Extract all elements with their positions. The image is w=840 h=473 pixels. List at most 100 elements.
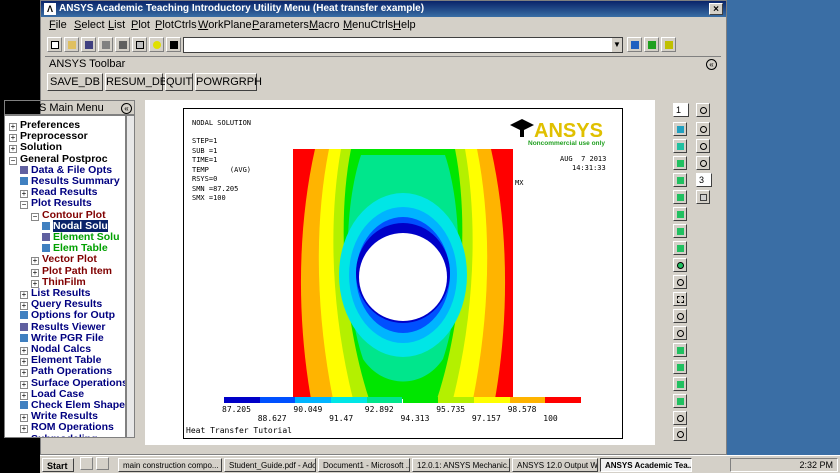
menu-list[interactable]: List bbox=[108, 19, 125, 31]
plot-info-line: STEP=1 bbox=[192, 137, 218, 145]
window-title: ANSYS Academic Teaching Introductory Uti… bbox=[59, 3, 425, 14]
start-button[interactable]: Start bbox=[42, 458, 74, 472]
expand-icon[interactable]: + bbox=[31, 257, 39, 266]
rotate-cw-icon[interactable] bbox=[673, 427, 687, 441]
task-student-guide[interactable]: Student_Guide.pdf - Ado... bbox=[224, 458, 316, 472]
expand-icon[interactable]: + bbox=[20, 369, 28, 378]
main-menu-item-label: Contour Plot bbox=[42, 208, 106, 221]
close-window-button[interactable]: × bbox=[709, 3, 723, 15]
zoom-out-icon[interactable] bbox=[673, 326, 687, 340]
back-view-icon[interactable] bbox=[673, 173, 687, 187]
save-icon[interactable] bbox=[81, 37, 96, 52]
rotate-icon[interactable] bbox=[696, 122, 710, 136]
explorer-icon[interactable] bbox=[96, 457, 109, 470]
window-number-dropdown[interactable]: 1 bbox=[673, 103, 689, 117]
expand-icon[interactable]: + bbox=[20, 380, 28, 389]
expand-icon[interactable]: + bbox=[31, 268, 39, 277]
collapse-icon[interactable]: − bbox=[20, 201, 28, 210]
main-menu-item-label: Submodeling bbox=[31, 433, 98, 437]
menu-help[interactable]: Help bbox=[393, 19, 416, 31]
pan-up-icon[interactable] bbox=[673, 377, 687, 391]
rotate-ccw-icon[interactable] bbox=[673, 411, 687, 425]
zoom-in-icon[interactable] bbox=[673, 309, 687, 323]
left-view-icon[interactable] bbox=[673, 224, 687, 238]
expand-icon[interactable]: + bbox=[9, 134, 17, 143]
menu-select[interactable]: Select bbox=[74, 19, 105, 31]
zoom-icon[interactable] bbox=[673, 275, 687, 289]
menu-workplane[interactable]: WorkPlane bbox=[198, 19, 252, 31]
collapse-toolbar-icon[interactable]: « bbox=[706, 59, 717, 70]
task-ansys-mechanical[interactable]: 12.0.1: ANSYS Mechanic... bbox=[412, 458, 510, 472]
box-zoom-icon[interactable] bbox=[673, 292, 687, 306]
collapse-icon[interactable]: − bbox=[9, 156, 17, 165]
task-ansys-academic[interactable]: ANSYS Academic Tea... bbox=[600, 458, 692, 472]
expand-icon[interactable]: + bbox=[20, 291, 28, 299]
menu-file[interactable]: File bbox=[49, 19, 67, 31]
report-icon[interactable] bbox=[132, 37, 147, 52]
command-icon bbox=[20, 165, 28, 174]
new-file-icon[interactable] bbox=[47, 37, 62, 52]
fit-view-icon[interactable] bbox=[673, 258, 687, 272]
task-ansys-output[interactable]: ANSYS 12.0 Output Win... bbox=[512, 458, 598, 472]
bottom-view-icon[interactable] bbox=[673, 207, 687, 221]
print-settings-icon[interactable] bbox=[98, 37, 113, 52]
main-menu-item-label: Nodal Solu bbox=[53, 219, 108, 232]
expand-icon[interactable]: + bbox=[20, 425, 28, 434]
collapse-main-menu-icon[interactable]: « bbox=[121, 103, 132, 114]
task-main-construction[interactable]: main construction compo... bbox=[118, 458, 222, 472]
expand-icon[interactable]: + bbox=[20, 190, 28, 199]
right-view-icon[interactable] bbox=[673, 241, 687, 255]
save-db-button[interactable]: SAVE_DB bbox=[47, 73, 103, 91]
menu-parameters[interactable]: Parameters bbox=[252, 19, 309, 31]
front-view-icon[interactable] bbox=[673, 156, 687, 170]
pan-down-icon[interactable] bbox=[673, 394, 687, 408]
expand-icon[interactable]: + bbox=[9, 123, 17, 131]
taskbar: Start main construction compo... Student… bbox=[40, 455, 840, 473]
resume-db-button[interactable]: RESUM_DB bbox=[105, 73, 167, 91]
reset-picking-icon[interactable] bbox=[661, 37, 676, 52]
menu-macro[interactable]: Macro bbox=[309, 19, 340, 31]
command-history-dropdown[interactable]: ▼ bbox=[612, 38, 622, 52]
help-icon[interactable] bbox=[149, 37, 164, 52]
pan-right-icon[interactable] bbox=[673, 360, 687, 374]
powrgrph-button[interactable]: POWRGRPH bbox=[195, 73, 262, 91]
menu-plotctrls[interactable]: PlotCtrls bbox=[155, 19, 197, 31]
expand-icon[interactable]: + bbox=[20, 436, 28, 437]
main-menu-item[interactable]: +Submodeling bbox=[20, 433, 98, 437]
open-folder-icon[interactable] bbox=[64, 37, 79, 52]
raise-hidden-icon[interactable] bbox=[644, 37, 659, 52]
menu-menuctrls[interactable]: MenuCtrls bbox=[343, 19, 393, 31]
task-document1[interactable]: Document1 - Microsoft ... bbox=[318, 458, 410, 472]
main-menu-scrollbar[interactable] bbox=[126, 115, 135, 438]
standard-toolbar: ▼ bbox=[45, 36, 721, 54]
main-menu-header: ANSYS Main Menu « bbox=[4, 100, 135, 115]
plot-info-line: TEMP (AVG) bbox=[192, 165, 252, 174]
print-icon[interactable] bbox=[115, 37, 130, 52]
plot-info-line: SUB =1 bbox=[192, 146, 218, 155]
pan-left-icon[interactable] bbox=[673, 343, 687, 357]
expand-icon[interactable]: + bbox=[20, 347, 28, 355]
temperature-contour-plot[interactable] bbox=[293, 149, 513, 399]
menu-plot[interactable]: Plot bbox=[131, 19, 150, 31]
rotate-y-icon[interactable] bbox=[696, 139, 710, 153]
main-menu-item[interactable]: − Contour Plot bbox=[31, 208, 106, 221]
collapse-icon[interactable]: − bbox=[31, 212, 39, 221]
command-input[interactable] bbox=[183, 37, 623, 53]
command-icon bbox=[20, 311, 28, 320]
expand-icon[interactable]: + bbox=[9, 145, 17, 154]
expand-icon[interactable]: + bbox=[20, 391, 28, 400]
command-history-icon[interactable] bbox=[627, 37, 642, 52]
quit-button[interactable]: QUIT bbox=[165, 73, 193, 91]
show-desktop-icon[interactable] bbox=[80, 457, 93, 470]
command-icon bbox=[20, 177, 28, 185]
expand-icon[interactable]: + bbox=[20, 358, 28, 367]
rotate-z-icon[interactable] bbox=[696, 156, 710, 170]
oblique-view-icon[interactable] bbox=[673, 139, 687, 153]
top-view-icon[interactable] bbox=[673, 190, 687, 204]
expand-icon[interactable]: + bbox=[20, 302, 28, 311]
dynamic-rotate-icon[interactable] bbox=[696, 103, 710, 117]
expand-icon[interactable]: + bbox=[20, 414, 28, 423]
rate-slider-icon[interactable] bbox=[696, 190, 710, 204]
rate-dropdown[interactable]: 3 bbox=[696, 173, 712, 187]
isometric-view-icon[interactable] bbox=[673, 122, 687, 136]
